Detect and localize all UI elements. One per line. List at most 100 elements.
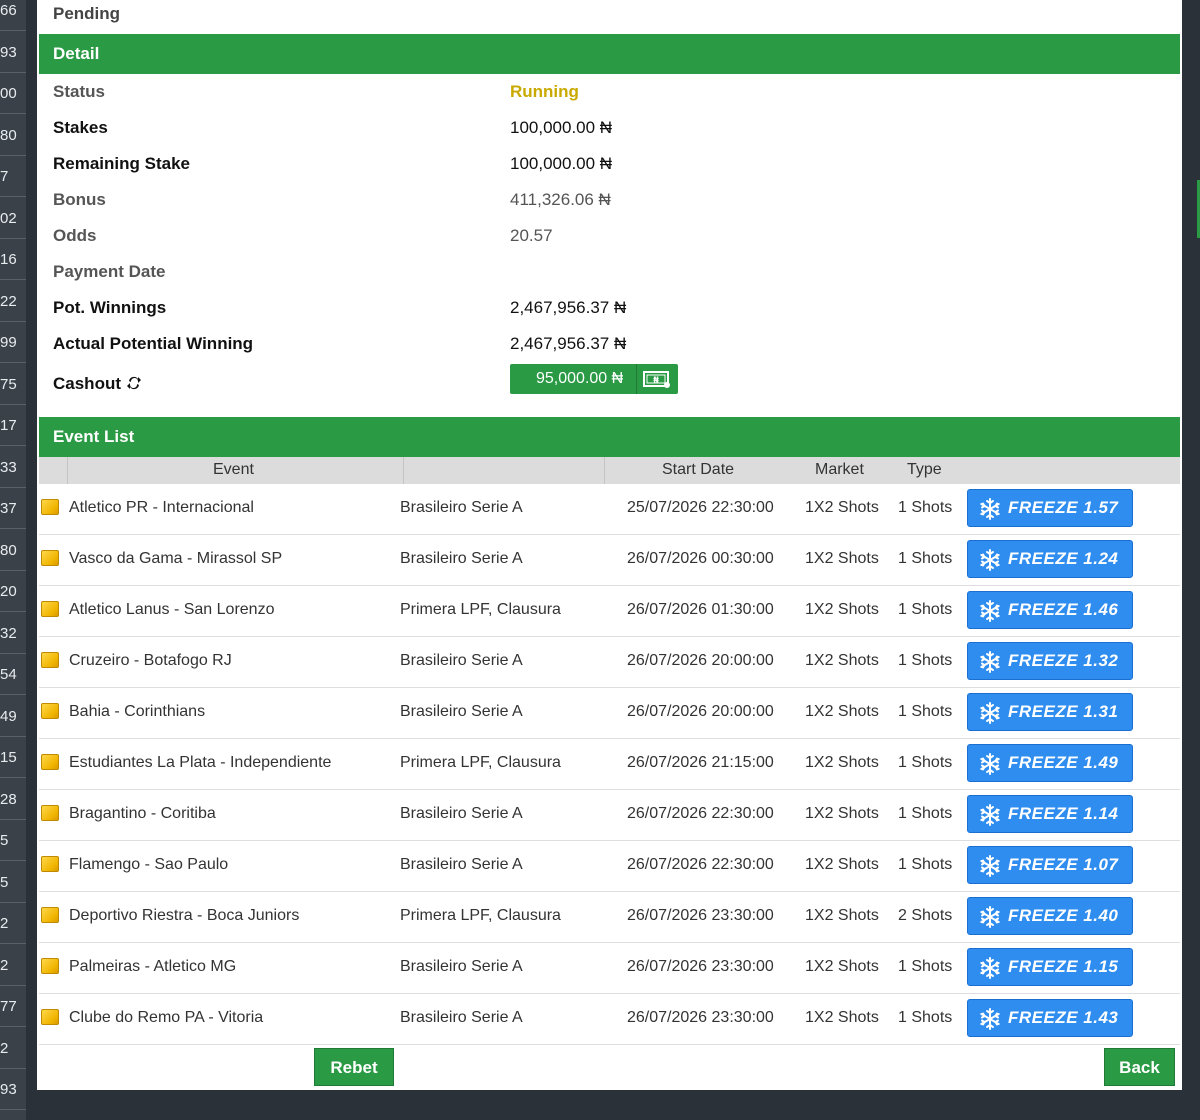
event-league: Brasileiro Serie A — [400, 958, 523, 975]
event-start-date: 26/07/2026 00:30:00 — [627, 550, 774, 567]
freeze-button[interactable]: FREEZE 1.07 — [967, 846, 1133, 884]
event-market: 1X2 Shots — [805, 652, 879, 669]
event-name: Estudiantes La Plata - Independiente — [69, 754, 332, 771]
gutter-number: 75 — [0, 375, 17, 393]
status-value: Running — [510, 82, 579, 101]
left-gutter: 66 93 00 80 7 02 16 22 99 75 17 33 37 80 20 32 54 49 15 28 5… — [0, 0, 26, 1120]
snowflake-icon — [978, 650, 1002, 674]
cashout-label: Cashout — [53, 374, 121, 393]
gutter-number: 2 — [0, 956, 9, 974]
freeze-label: FREEZE 1.57 — [1008, 498, 1119, 517]
freeze-button[interactable]: FREEZE 1.32 — [967, 642, 1133, 680]
event-name: Deportivo Riestra - Boca Juniors — [69, 907, 300, 924]
event-row: Cruzeiro - Botafogo RJ Brasileiro Serie A… — [39, 637, 1180, 688]
event-market: 1X2 Shots — [805, 856, 879, 873]
gutter-divider — [0, 528, 26, 529]
event-league: Brasileiro Serie A — [400, 856, 523, 873]
freeze-button[interactable]: FREEZE 1.49 — [967, 744, 1133, 782]
event-list-title: Event List — [53, 427, 135, 446]
event-type: 1 Shots — [898, 754, 953, 771]
right-scroll-area — [1182, 0, 1200, 1120]
event-name: Flamengo - Sao Paulo — [69, 856, 229, 873]
detail-row-cashout: Cashout 95,000.00 ₦ ₦ — [53, 364, 1153, 410]
event-league: Primera LPF, Clausura — [400, 601, 561, 618]
snowflake-icon — [978, 548, 1002, 572]
gutter-divider — [0, 403, 26, 405]
event-row: Deportivo Riestra - Boca Juniors Primera … — [39, 892, 1180, 943]
snowflake-icon — [978, 905, 1002, 929]
snowflake-icon — [978, 854, 1002, 878]
rebet-button[interactable]: Rebet — [314, 1048, 394, 1086]
freeze-label: FREEZE 1.32 — [1008, 651, 1119, 670]
gutter-number: 28 — [0, 790, 17, 808]
event-type: 1 Shots — [898, 856, 953, 873]
event-flag-icon — [41, 652, 59, 668]
freeze-button[interactable]: FREEZE 1.14 — [967, 795, 1133, 833]
event-list-header: Event List — [39, 417, 1180, 457]
event-market: 1X2 Shots — [805, 499, 879, 516]
freeze-button[interactable]: FREEZE 1.46 — [967, 591, 1133, 629]
gutter-number: 15 — [0, 749, 17, 766]
gutter-number: 32 — [0, 624, 17, 642]
snowflake-icon — [978, 701, 1002, 725]
gutter-divider — [0, 984, 26, 986]
event-market: 1X2 Shots — [805, 703, 879, 720]
freeze-label: FREEZE 1.15 — [1008, 957, 1119, 976]
gutter-divider — [0, 279, 26, 280]
gutter-divider — [0, 943, 26, 944]
event-row: Estudiantes La Plata - Independiente Prim… — [39, 739, 1180, 790]
event-market: 1X2 Shots — [805, 958, 879, 975]
freeze-label: FREEZE 1.31 — [1008, 702, 1119, 721]
freeze-button[interactable]: FREEZE 1.31 — [967, 693, 1133, 731]
event-market: 1X2 Shots — [805, 550, 879, 567]
cashout-button[interactable]: 95,000.00 ₦ ₦ — [510, 364, 678, 394]
freeze-label: FREEZE 1.14 — [1008, 804, 1119, 823]
event-name: Atletico PR - Internacional — [69, 499, 254, 516]
freeze-label: FREEZE 1.07 — [1008, 855, 1119, 874]
detail-value: 2,467,956.37 ₦ — [510, 298, 627, 317]
detail-label: Status — [53, 82, 105, 101]
event-league: Primera LPF, Clausura — [400, 907, 561, 924]
col-start-date: Start Date — [662, 461, 735, 478]
snowflake-icon — [978, 1007, 1002, 1031]
freeze-button[interactable]: FREEZE 1.24 — [967, 540, 1133, 578]
detail-value: 100,000.00 ₦ — [510, 154, 613, 173]
freeze-button[interactable]: FREEZE 1.57 — [967, 489, 1133, 527]
event-start-date: 26/07/2026 23:30:00 — [627, 958, 774, 975]
freeze-label: FREEZE 1.46 — [1008, 600, 1119, 619]
snowflake-icon — [978, 599, 1002, 623]
event-start-date: 26/07/2026 20:00:00 — [627, 652, 774, 669]
gutter-divider — [0, 569, 26, 571]
detail-row-payment-date: Payment Date — [53, 262, 1153, 298]
gutter-divider — [0, 30, 26, 31]
event-row: Vasco da Gama - Mirassol SP Brasileiro Se… — [39, 535, 1180, 586]
detail-label: Stakes — [53, 118, 108, 137]
event-row: Clube do Remo PA - Vitoria Brasileiro Ser… — [39, 994, 1180, 1045]
detail-label: Cashout — [53, 374, 142, 394]
event-market: 1X2 Shots — [805, 805, 879, 822]
refresh-icon[interactable] — [126, 375, 142, 391]
header-divider — [604, 457, 605, 484]
gutter-divider — [0, 694, 26, 695]
event-name: Bragantino - Coritiba — [69, 805, 216, 822]
detail-value: 411,326.06 ₦ — [510, 190, 611, 209]
gutter-number: 49 — [0, 707, 17, 725]
freeze-button[interactable]: FREEZE 1.15 — [967, 948, 1133, 986]
cashout-amount: 95,000.00 ₦ — [536, 370, 624, 387]
back-button[interactable]: Back — [1104, 1048, 1175, 1086]
freeze-button[interactable]: FREEZE 1.40 — [967, 897, 1133, 935]
gutter-divider — [0, 320, 26, 322]
detail-label: Pot. Winnings — [53, 298, 167, 317]
event-name: Cruzeiro - Botafogo RJ — [69, 652, 232, 669]
freeze-button[interactable]: FREEZE 1.43 — [967, 999, 1133, 1037]
detail-section-header: Detail — [39, 34, 1180, 74]
gutter-divider — [0, 362, 26, 363]
gutter-divider — [0, 71, 26, 73]
event-type: 1 Shots — [898, 601, 953, 618]
gutter-number: 37 — [0, 500, 17, 517]
event-type: 1 Shots — [898, 958, 953, 975]
event-row: Bragantino - Coritiba Brasileiro Serie A 2… — [39, 790, 1180, 841]
gutter-divider — [0, 154, 26, 156]
event-type: 1 Shots — [898, 805, 953, 822]
gutter-divider — [0, 901, 26, 903]
